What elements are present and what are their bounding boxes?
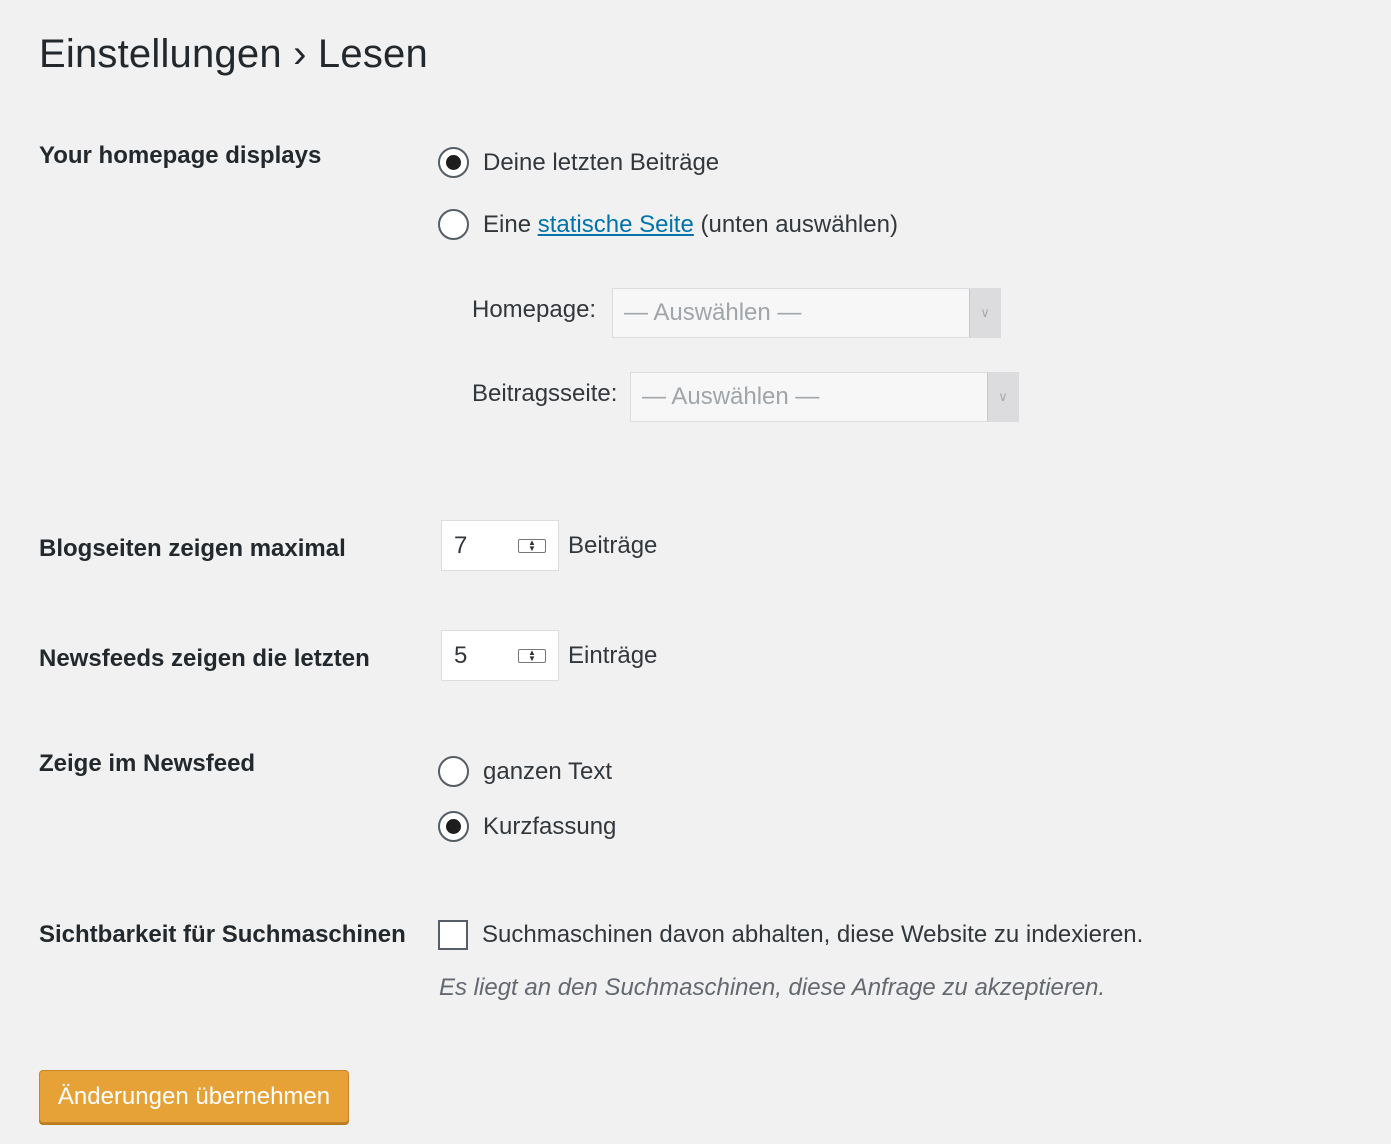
discourage-search-checkbox-row[interactable]: Suchmaschinen davon abhalten, diese Webs… <box>438 920 1143 950</box>
posts-per-feed-value: 5 <box>454 641 468 669</box>
radio-button-checked[interactable] <box>438 147 469 178</box>
feeds-label: Newsfeeds zeigen die letzten <box>39 645 370 672</box>
search-visibility-description: Es liegt an den Suchmaschinen, diese Anf… <box>439 974 1106 1001</box>
radio-button-checked[interactable] <box>438 811 469 842</box>
posts-per-page-value: 7 <box>454 531 468 559</box>
radio-summary[interactable]: Kurzfassung <box>438 811 616 842</box>
radio-latest-posts[interactable]: Deine letzten Beiträge <box>438 147 719 178</box>
radio-full-text-label: ganzen Text <box>483 757 612 785</box>
spinner-icon[interactable]: ▲ ▼ <box>518 538 546 553</box>
static-page-link[interactable]: statische Seite <box>538 211 694 239</box>
postspage-select-value: — Auswählen — <box>642 383 820 410</box>
discourage-search-label: Suchmaschinen davon abhalten, diese Webs… <box>482 921 1144 948</box>
radio-latest-posts-label: Deine letzten Beiträge <box>483 148 720 176</box>
discourage-search-checkbox[interactable] <box>438 920 468 950</box>
radio-button-unchecked[interactable] <box>438 209 469 240</box>
homepage-select[interactable]: — Auswählen — ∨ <box>612 288 1001 338</box>
radio-summary-label: Kurzfassung <box>483 812 617 840</box>
homepage-displays-label: Your homepage displays <box>39 142 322 169</box>
blog-pages-label: Blogseiten zeigen maximal <box>39 535 346 562</box>
radio-button-unchecked[interactable] <box>438 756 469 787</box>
posts-per-page-input[interactable]: 7 ▲ ▼ <box>441 520 559 571</box>
search-visibility-label: Sichtbarkeit für Suchmaschinen <box>39 921 406 948</box>
spinner-icon[interactable]: ▲ ▼ <box>518 648 546 663</box>
posts-per-page-unit: Beiträge <box>568 532 658 559</box>
posts-per-feed-unit: Einträge <box>568 642 658 669</box>
radio-static-page-suffix: (unten auswählen) <box>700 210 898 238</box>
feed-content-label: Zeige im Newsfeed <box>39 750 256 777</box>
radio-static-page[interactable]: Eine statische Seite (unten auswählen) <box>438 209 898 240</box>
homepage-select-value: — Auswählen — <box>624 299 802 326</box>
postspage-select[interactable]: — Auswählen — ∨ <box>630 372 1019 422</box>
radio-static-page-prefix: Eine <box>483 210 532 238</box>
save-changes-button[interactable]: Änderungen übernehmen <box>39 1070 349 1123</box>
reading-settings-page: Einstellungen › Lesen Your homepage disp… <box>0 0 1391 1144</box>
homepage-select-label: Homepage: <box>472 296 597 323</box>
chevron-down-icon[interactable]: ∨ <box>969 289 1000 337</box>
postspage-select-label: Beitragsseite: <box>472 380 618 407</box>
radio-full-text[interactable]: ganzen Text <box>438 756 612 787</box>
page-title: Einstellungen › Lesen <box>39 32 428 76</box>
chevron-down-icon[interactable]: ∨ <box>987 373 1018 421</box>
posts-per-feed-input[interactable]: 5 ▲ ▼ <box>441 630 559 681</box>
